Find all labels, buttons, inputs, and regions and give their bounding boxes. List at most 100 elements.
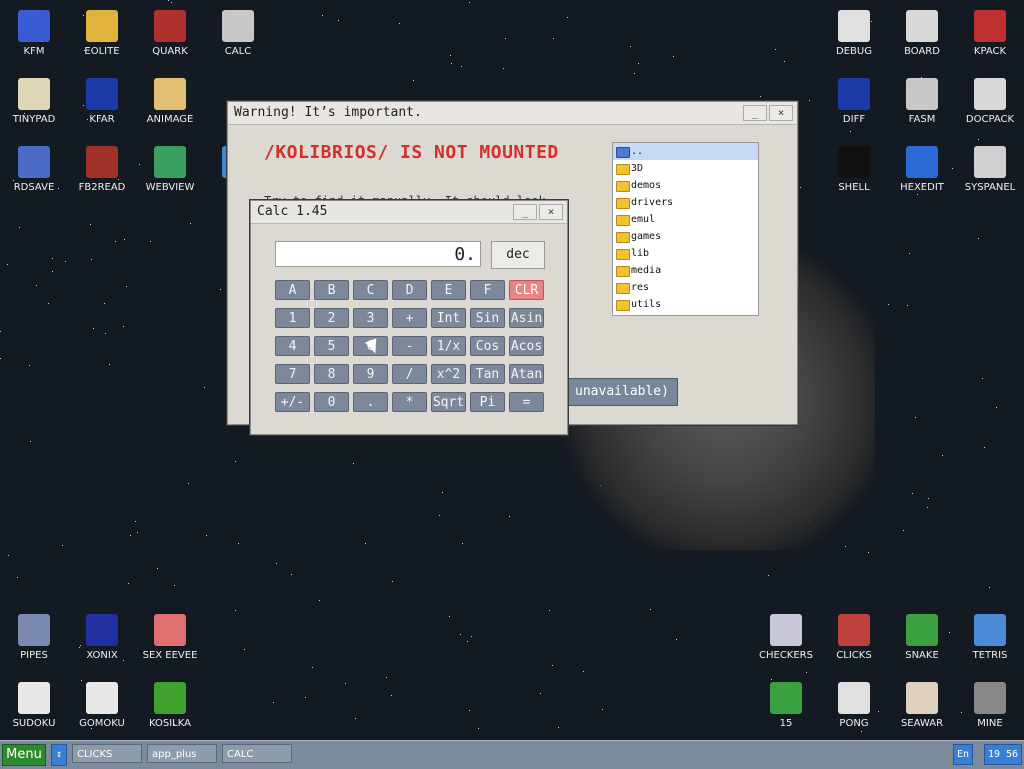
calc-titlebar[interactable]: Calc 1.45 _ × — [251, 201, 567, 224]
calc-minimize-button[interactable]: _ — [513, 204, 537, 220]
folder-list-item[interactable]: lib — [613, 245, 758, 262]
calc-key--[interactable]: = — [509, 392, 544, 412]
folder-list-item[interactable]: demos — [613, 177, 758, 194]
calc-close-button[interactable]: × — [539, 204, 563, 220]
calc-key-2[interactable]: 2 — [314, 308, 349, 328]
folder-list-item[interactable]: drivers — [613, 194, 758, 211]
desktop-icon-snake[interactable]: SNAKE — [888, 604, 956, 668]
desktop-icon-hexedit[interactable]: HEXEDIT — [888, 136, 956, 200]
desktop-icon-mine[interactable]: MINE — [956, 672, 1024, 736]
calc-key-pi[interactable]: Pi — [470, 392, 505, 412]
folder-list[interactable]: .. 3D demos drivers emul games lib media res util… — [612, 142, 759, 316]
folder-list-item[interactable]: emul — [613, 211, 758, 228]
desktop-icon-tetris[interactable]: TETRIS — [956, 604, 1024, 668]
calc-key-a[interactable]: A — [275, 280, 310, 300]
desktop-icon-syspanel[interactable]: SYSPANEL — [956, 136, 1024, 200]
desktop-icon-eolite[interactable]: EOLITE — [68, 0, 136, 64]
calc-key--[interactable]: - — [392, 336, 427, 356]
calc-key-d[interactable]: D — [392, 280, 427, 300]
calc-key-c[interactable]: C — [353, 280, 388, 300]
desktop-icon-board[interactable]: BOARD — [888, 0, 956, 64]
taskbar-switch-button[interactable]: ↕ — [51, 744, 67, 766]
calc-key-e[interactable]: E — [431, 280, 466, 300]
desktop-icon-pipes[interactable]: PIPES — [0, 604, 68, 668]
calc-key-8[interactable]: 8 — [314, 364, 349, 384]
calc-key-0[interactable]: 0 — [314, 392, 349, 412]
calc-key--[interactable]: +/- — [275, 392, 310, 412]
calc-key--[interactable]: / — [392, 364, 427, 384]
desktop-icon-gomoku[interactable]: GOMOKU — [68, 672, 136, 736]
desktop-icon-kpack[interactable]: KPACK — [956, 0, 1024, 64]
desktop-icon-clicks[interactable]: CLICKS — [820, 604, 888, 668]
calc-key-4[interactable]: 4 — [275, 336, 310, 356]
calc-key-3[interactable]: 3 — [353, 308, 388, 328]
desktop-icon-diff[interactable]: DIFF — [820, 68, 888, 132]
task-app-plus[interactable]: app_plus — [147, 744, 217, 763]
calc-key-1[interactable]: 1 — [275, 308, 310, 328]
desktop-icon-sex-eevee[interactable]: SEX EEVEE — [136, 604, 204, 668]
calc-key--[interactable]: + — [392, 308, 427, 328]
calc-key--[interactable]: * — [392, 392, 427, 412]
desktop-icon-kosilka[interactable]: KOSILKA — [136, 672, 204, 736]
calc-key-asin[interactable]: Asin — [509, 308, 544, 328]
calc-key-sqrt[interactable]: Sqrt — [431, 392, 466, 412]
star — [927, 507, 928, 508]
desktop-icon-checkers[interactable]: CHECKERS — [752, 604, 820, 668]
language-indicator[interactable]: En — [953, 744, 973, 765]
calc-key-int[interactable]: Int — [431, 308, 466, 328]
desktop-icon-sudoku[interactable]: SUDOKU — [0, 672, 68, 736]
folder-list-item[interactable]: media — [613, 262, 758, 279]
desktop-icon-pong[interactable]: PONG — [820, 672, 888, 736]
calc-key-atan[interactable]: Atan — [509, 364, 544, 384]
calc-key-x-2[interactable]: x^2 — [431, 364, 466, 384]
desktop-icon-shell[interactable]: SHELL — [820, 136, 888, 200]
desktop-icon-calc[interactable]: CALC — [204, 0, 272, 64]
desktop-icon-webview[interactable]: WEBVIEW — [136, 136, 204, 200]
desktop-icon-tinypad[interactable]: TINYPAD — [0, 68, 68, 132]
folder-list-item[interactable]: utils — [613, 296, 758, 313]
calc-key-tan[interactable]: Tan — [470, 364, 505, 384]
desktop-icon-quark[interactable]: QUARK — [136, 0, 204, 64]
minimize-button[interactable]: _ — [743, 105, 767, 121]
warning-action-button[interactable]: unavailable) — [566, 378, 678, 406]
desktop-icon-debug[interactable]: DEBUG — [820, 0, 888, 64]
desktop-icon-animage[interactable]: ANIMAGE — [136, 68, 204, 132]
calc-mode-button[interactable]: dec — [491, 241, 545, 269]
calc-key-5[interactable]: 5 — [314, 336, 349, 356]
close-button[interactable]: × — [769, 105, 793, 121]
task-clicks[interactable]: CLICKS — [72, 744, 142, 763]
star — [630, 46, 631, 47]
calc-key-f[interactable]: F — [470, 280, 505, 300]
calc-key-7[interactable]: 7 — [275, 364, 310, 384]
folder-list-item[interactable]: 3D — [613, 160, 758, 177]
task-calc[interactable]: CALC — [222, 744, 292, 763]
calc-key-acos[interactable]: Acos — [509, 336, 544, 356]
desktop-icon-kfm[interactable]: KFM — [0, 0, 68, 64]
calc-key-clr[interactable]: CLR — [509, 280, 544, 300]
calc-key-b[interactable]: B — [314, 280, 349, 300]
desktop-icon-rdsave[interactable]: RDSAVE — [0, 136, 68, 200]
star — [800, 187, 801, 188]
calc-key-cos[interactable]: Cos — [470, 336, 505, 356]
warning-titlebar[interactable]: Warning! It’s important. _ × — [228, 102, 797, 125]
calc-key--[interactable]: . — [353, 392, 388, 412]
hex-editor-icon — [906, 146, 938, 178]
menu-button[interactable]: Menu — [2, 744, 46, 766]
calc-window[interactable]: Calc 1.45 _ × 0. dec A B C D E F CLR 1 2 3 + Int Sin… — [250, 200, 568, 435]
calc-key-sin[interactable]: Sin — [470, 308, 505, 328]
desktop-icon-fasm[interactable]: FASM — [888, 68, 956, 132]
desktop-icon-kfar[interactable]: KFAR — [68, 68, 136, 132]
snake-icon — [906, 614, 938, 646]
folder-list-item[interactable]: games — [613, 228, 758, 245]
calc-key-9[interactable]: 9 — [353, 364, 388, 384]
desktop-icon-fb2read[interactable]: FB2READ — [68, 136, 136, 200]
desktop-icon-seawar[interactable]: SEAWAR — [888, 672, 956, 736]
folder-list-item[interactable]: .. — [613, 143, 758, 160]
desktop-icon-docpack[interactable]: DOCPACK — [956, 68, 1024, 132]
star — [449, 616, 450, 617]
clock[interactable]: 19 56 — [984, 744, 1022, 765]
calc-key-1-x[interactable]: 1/x — [431, 336, 466, 356]
desktop-icon-15[interactable]: 15 — [752, 672, 820, 736]
desktop-icon-xonix[interactable]: XONIX — [68, 604, 136, 668]
folder-list-item[interactable]: res — [613, 279, 758, 296]
